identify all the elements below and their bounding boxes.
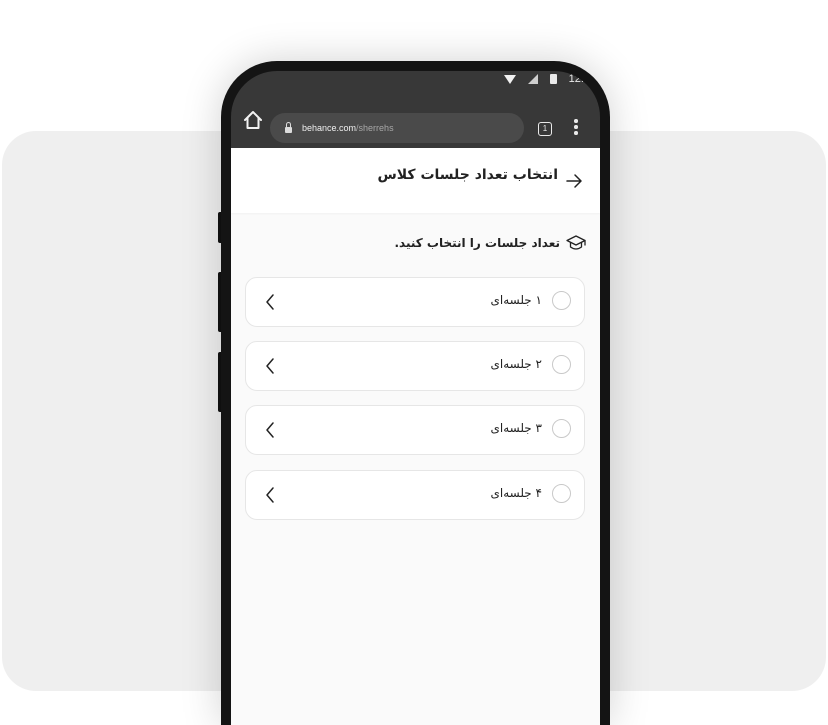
graduation-cap-icon [566, 235, 586, 250]
status-time: 12:3 [568, 73, 590, 85]
address-bar[interactable]: behance.com/sherrehs [270, 113, 524, 143]
battery-icon [549, 74, 557, 84]
option-label: ۲ جلسه‌ای [490, 357, 542, 371]
url-path: /sherrehs [356, 123, 394, 133]
chevron-left-icon [266, 487, 274, 503]
session-option-2[interactable]: ۲ جلسه‌ای [245, 341, 585, 391]
phone-screen: 12:3 behance.com/sherrehs 1 انتخاب تعداد… [231, 71, 600, 725]
tab-switcher-button[interactable]: 1 [538, 122, 552, 136]
radio-button[interactable] [552, 419, 571, 438]
radio-button[interactable] [552, 291, 571, 310]
more-menu-icon[interactable] [574, 119, 578, 137]
status-bar: 12:3 [503, 71, 590, 87]
app-header: انتخاب تعداد جلسات کلاس [231, 148, 600, 213]
session-option-4[interactable]: ۴ جلسه‌ای [245, 470, 585, 520]
option-label: ۳ جلسه‌ای [490, 421, 542, 435]
chevron-left-icon [266, 422, 274, 438]
lock-icon [285, 122, 292, 133]
option-label: ۱ جلسه‌ای [490, 293, 542, 307]
prompt-row: تعداد جلسات را انتخاب کنید. [394, 234, 586, 252]
url-text: behance.com/sherrehs [302, 123, 394, 133]
wifi-icon [503, 74, 516, 84]
home-icon[interactable] [242, 109, 264, 131]
page-title: انتخاب تعداد جلسات کلاس [377, 167, 558, 183]
session-option-3[interactable]: ۳ جلسه‌ای [245, 405, 585, 455]
url-host: behance.com [302, 123, 357, 133]
radio-button[interactable] [552, 484, 571, 503]
chevron-left-icon [266, 358, 274, 374]
session-option-1[interactable]: ۱ جلسه‌ای [245, 277, 585, 327]
prompt-text: تعداد جلسات را انتخاب کنید. [394, 236, 560, 250]
phone-frame: 12:3 behance.com/sherrehs 1 انتخاب تعداد… [221, 61, 610, 725]
option-label: ۴ جلسه‌ای [490, 486, 542, 500]
signal-icon [527, 74, 538, 84]
radio-button[interactable] [552, 355, 571, 374]
app-screen: انتخاب تعداد جلسات کلاس تعداد جلسات را ا… [231, 148, 600, 725]
browser-toolbar: behance.com/sherrehs 1 [231, 93, 600, 148]
chevron-left-icon [266, 294, 274, 310]
arrow-right-icon[interactable] [565, 172, 583, 190]
